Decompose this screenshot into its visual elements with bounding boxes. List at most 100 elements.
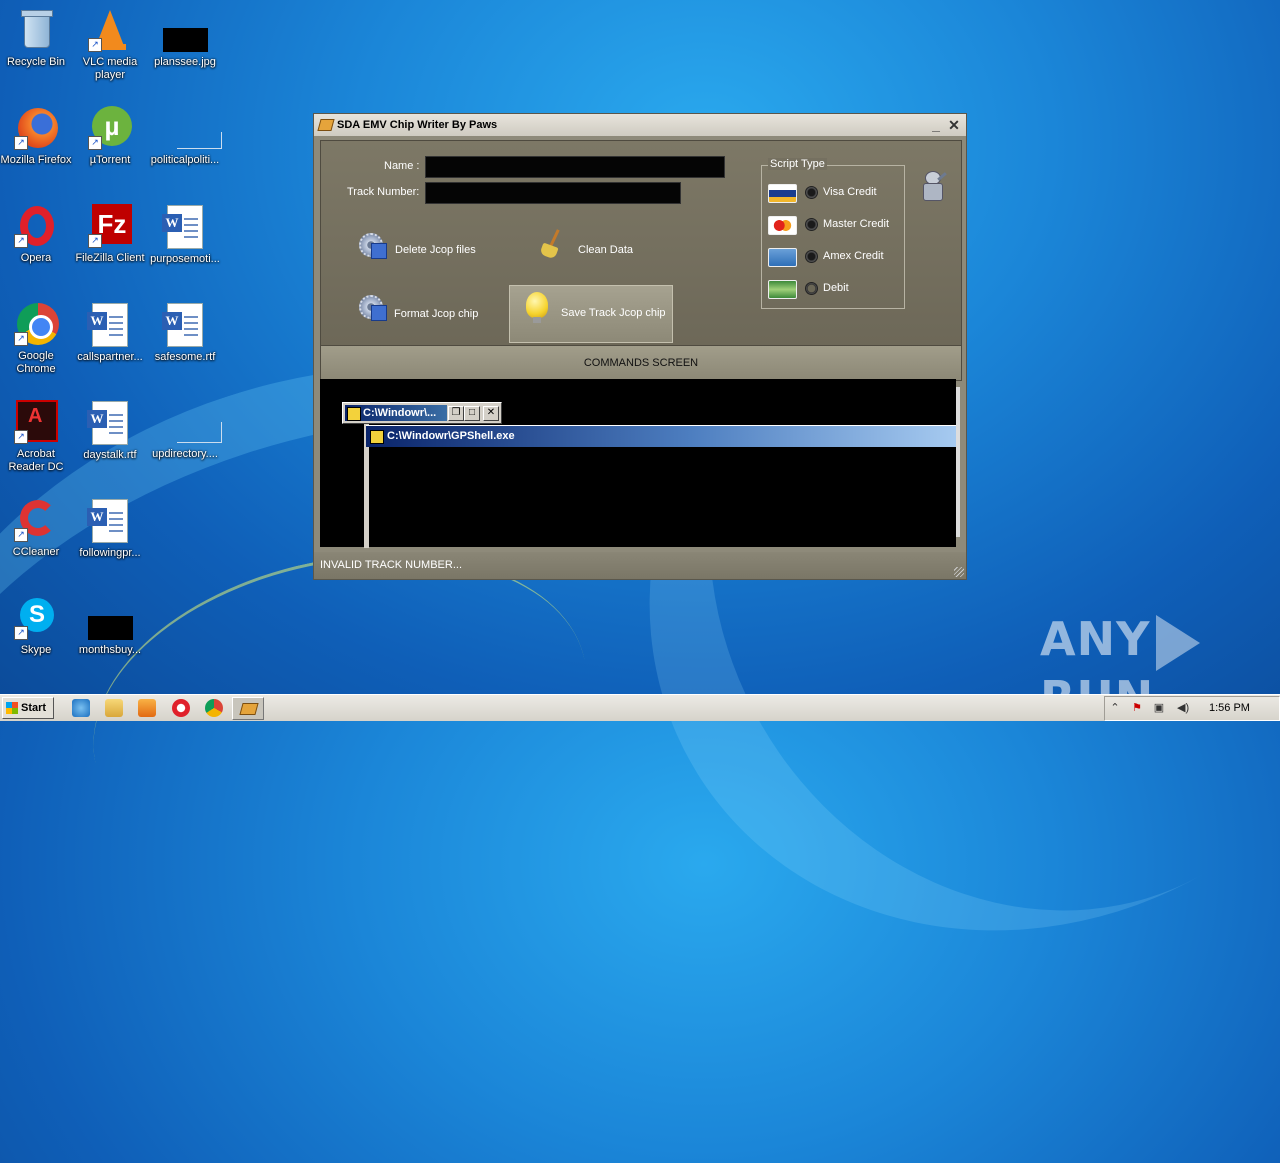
word-document-icon: W	[162, 303, 207, 347]
acrobat-icon: A ↗	[14, 400, 58, 444]
desktop-icon-label: CCleaner	[12, 546, 60, 558]
desktop-icon-label: µTorrent	[89, 154, 131, 166]
resize-grip[interactable]	[954, 567, 964, 577]
media-player-icon[interactable]	[138, 699, 156, 717]
desktop-icon-label: safesome.rtf	[154, 351, 216, 363]
clean-data-label: Clean Data	[578, 244, 634, 256]
lightbulb-icon	[526, 292, 548, 323]
desktop-icon-purposemoti[interactable]: W purposemoti...	[149, 204, 221, 266]
save-track-jcop-chip-button[interactable]: Save Track Jcop chip	[509, 285, 673, 343]
desktop-icon-daystalk[interactable]: W daystalk.rtf	[74, 400, 146, 462]
close-button[interactable]: ✕	[946, 117, 962, 133]
desktop-icon-opera[interactable]: ↗ Opera	[0, 204, 72, 265]
gpshell-title: C:\Windowr\GPShell.exe	[387, 430, 515, 442]
utorrent-icon: µ ↗	[88, 106, 132, 150]
chevron-up-icon[interactable]: ⌃	[1109, 702, 1121, 714]
desktop-icon-callspartner[interactable]: W callspartner...	[74, 302, 146, 364]
opera-taskbar-icon[interactable]	[172, 699, 190, 717]
radio-button[interactable]	[805, 282, 818, 295]
desktop-icon-utorrent[interactable]: µ ↗ µTorrent	[74, 106, 146, 167]
radio-button[interactable]	[805, 186, 818, 199]
desktop-icon-ccleaner[interactable]: ↗ CCleaner	[0, 498, 72, 559]
visa-card-icon	[768, 184, 797, 203]
desktop-icon-label: callspartner...	[77, 351, 143, 363]
cash-icon	[768, 280, 797, 299]
network-icon[interactable]: ▣	[1153, 702, 1165, 714]
desktop-icon-label: Opera	[20, 252, 52, 264]
desktop-icon-monthsbuy[interactable]: monthsbuy...	[74, 596, 146, 657]
blank-file-icon	[163, 106, 222, 150]
gears-icon	[357, 231, 387, 261]
input-panel: Name : Track Number: Delete Jcop files C…	[320, 140, 962, 347]
app-icon	[317, 119, 335, 131]
commands-screen-header: COMMANDS SCREEN	[320, 345, 962, 381]
desktop-icon-chrome[interactable]: ↗ Google Chrome	[0, 302, 72, 376]
maximize-button[interactable]: □	[464, 406, 480, 421]
radio-debit[interactable]: Debit	[768, 278, 898, 299]
robot-icon[interactable]	[919, 167, 947, 207]
desktop-icon-label: monthsbuy...	[78, 644, 142, 656]
volume-icon[interactable]: ◀)	[1177, 702, 1189, 714]
desktop-icon-label: daystalk.rtf	[83, 449, 137, 461]
desktop-icon-acrobat[interactable]: A ↗ Acrobat Reader DC	[0, 400, 72, 474]
clock[interactable]: 1:56 PM	[1209, 702, 1250, 714]
desktop-icon-label: Skype	[20, 644, 52, 656]
desktop-icon-recycle-bin[interactable]: Recycle Bin	[0, 8, 72, 69]
window-title: SDA EMV Chip Writer By Paws	[337, 119, 498, 131]
image-thumbnail-icon	[88, 596, 133, 640]
chrome-taskbar-icon[interactable]	[205, 699, 223, 717]
restore-button[interactable]: ❐	[448, 406, 464, 421]
console-icon	[370, 430, 384, 444]
radio-amex-credit[interactable]: Amex Credit	[768, 246, 898, 267]
console-caption[interactable]: C:\Windowr\...	[345, 405, 447, 421]
start-button[interactable]: Start	[2, 697, 54, 719]
desktop-icon-planssee[interactable]: planssee.jpg	[149, 8, 221, 69]
radio-button[interactable]	[805, 250, 818, 263]
taskbar: Start ⌃ ⚑ ▣ ◀) 1:56 PM	[0, 694, 1280, 721]
radio-button[interactable]	[805, 218, 818, 231]
console-window-minimized[interactable]: C:\Windowr\... ❐ □ ✕	[342, 402, 502, 424]
format-jcop-chip-button[interactable]: Format Jcop chip	[357, 293, 507, 327]
play-icon	[1156, 614, 1201, 671]
desktop-icon-followingpr[interactable]: W followingpr...	[74, 498, 146, 560]
start-label: Start	[21, 702, 47, 714]
recycle-bin-icon	[14, 8, 58, 52]
mastercard-icon	[768, 216, 797, 235]
window-titlebar[interactable]: SDA EMV Chip Writer By Paws _ ✕	[314, 114, 966, 136]
console-title: C:\Windowr\...	[363, 407, 437, 419]
console-close-button[interactable]: ✕	[483, 406, 499, 421]
ccleaner-icon: ↗	[14, 498, 58, 542]
delete-jcop-files-button[interactable]: Delete Jcop files	[357, 231, 507, 265]
desktop-icon-label: Acrobat Reader DC	[8, 448, 64, 473]
radio-visa-credit[interactable]: Visa Credit	[768, 182, 898, 203]
word-document-icon: W	[162, 205, 207, 249]
folder-icon[interactable]	[105, 699, 123, 717]
name-field[interactable]	[425, 156, 725, 178]
desktop-icon-politicalpoliti[interactable]: politicalpoliti...	[149, 106, 222, 167]
name-label: Name :	[384, 160, 420, 172]
word-document-icon: W	[87, 499, 132, 543]
minimize-button[interactable]: _	[928, 117, 944, 133]
commands-scrollbar[interactable]	[956, 387, 960, 537]
filezilla-icon: Fz ↗	[88, 204, 132, 248]
flag-icon[interactable]: ⚑	[1131, 702, 1143, 714]
word-document-icon: W	[87, 401, 132, 445]
desktop-icon-safesome[interactable]: W safesome.rtf	[149, 302, 221, 364]
desktop-icon-updirectory[interactable]: updirectory....	[149, 400, 222, 461]
clean-data-button[interactable]: Clean Data	[539, 229, 659, 263]
ie-icon[interactable]	[72, 699, 90, 717]
firefox-icon: ↗	[14, 106, 58, 150]
taskbar-app-sda[interactable]	[232, 697, 264, 720]
desktop-icon-skype[interactable]: S ↗ Skype	[0, 596, 72, 657]
vlc-icon: ↗	[88, 8, 132, 52]
radio-master-credit[interactable]: Master Credit	[768, 214, 898, 235]
desktop-icon-vlc[interactable]: ↗ VLC media player	[74, 8, 146, 82]
desktop-icon-firefox[interactable]: ↗ Mozilla Firefox	[0, 106, 72, 167]
save-track-label: Save Track Jcop chip	[561, 307, 666, 319]
gpshell-console-titlebar[interactable]: C:\Windowr\GPShell.exe	[366, 425, 956, 447]
desktop-icon-label: planssee.jpg	[154, 56, 216, 68]
track-number-field[interactable]	[425, 182, 681, 204]
desktop-icon-filezilla[interactable]: Fz ↗ FileZilla Client	[74, 204, 146, 265]
script-type-group: Script Type Visa Credit Master Credit Am…	[761, 158, 905, 309]
desktop-icon-label: purposemoti...	[150, 253, 220, 265]
